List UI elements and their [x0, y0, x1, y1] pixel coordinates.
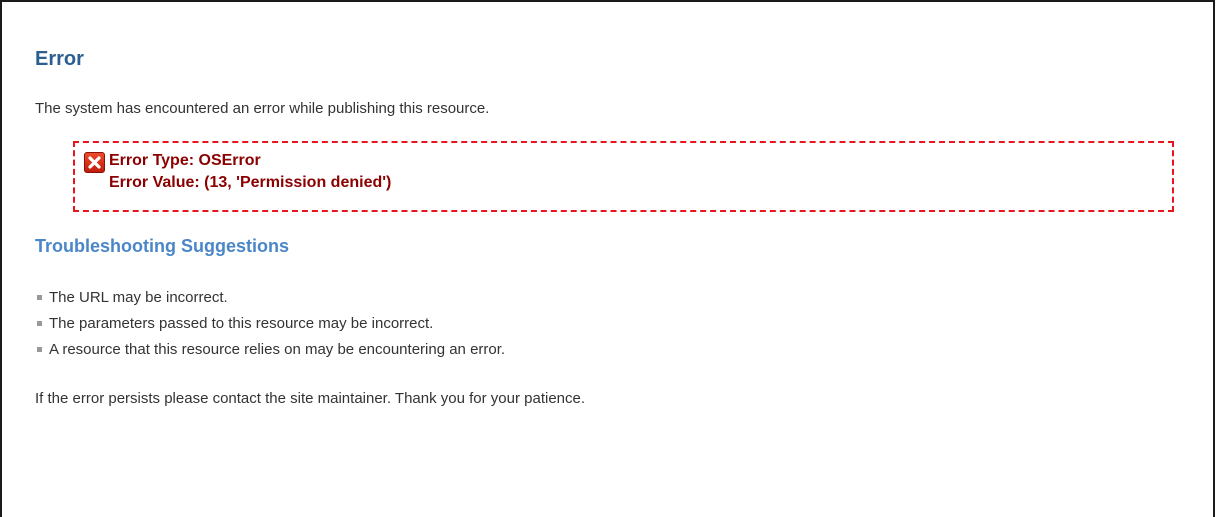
list-item: A resource that this resource relies on … [35, 341, 505, 367]
page-frame: Error The system has encountered an erro… [0, 0, 1215, 517]
list-item: The parameters passed to this resource m… [35, 315, 505, 341]
error-value: Error Value: (13, 'Permission denied') [109, 174, 392, 191]
list-item: The URL may be incorrect. [35, 289, 505, 315]
bullet-icon [37, 321, 42, 326]
error-type: Error Type: OSError [109, 152, 261, 169]
bullet-icon [37, 295, 42, 300]
error-x-icon [84, 152, 105, 173]
suggestion-text: The parameters passed to this resource m… [49, 315, 434, 332]
intro-text: The system has encountered an error whil… [35, 100, 490, 117]
footer-text: If the error persists please contact the… [35, 390, 586, 407]
error-box: Error Type: OSError Error Value: (13, 'P… [73, 141, 1174, 212]
page-title: Error [35, 48, 84, 70]
troubleshooting-heading: Troubleshooting Suggestions [35, 236, 289, 256]
bullet-icon [37, 347, 42, 352]
suggestion-text: A resource that this resource relies on … [49, 341, 506, 358]
suggestions-list: The URL may be incorrect. The parameters… [35, 289, 505, 367]
suggestion-text: The URL may be incorrect. [49, 289, 228, 306]
